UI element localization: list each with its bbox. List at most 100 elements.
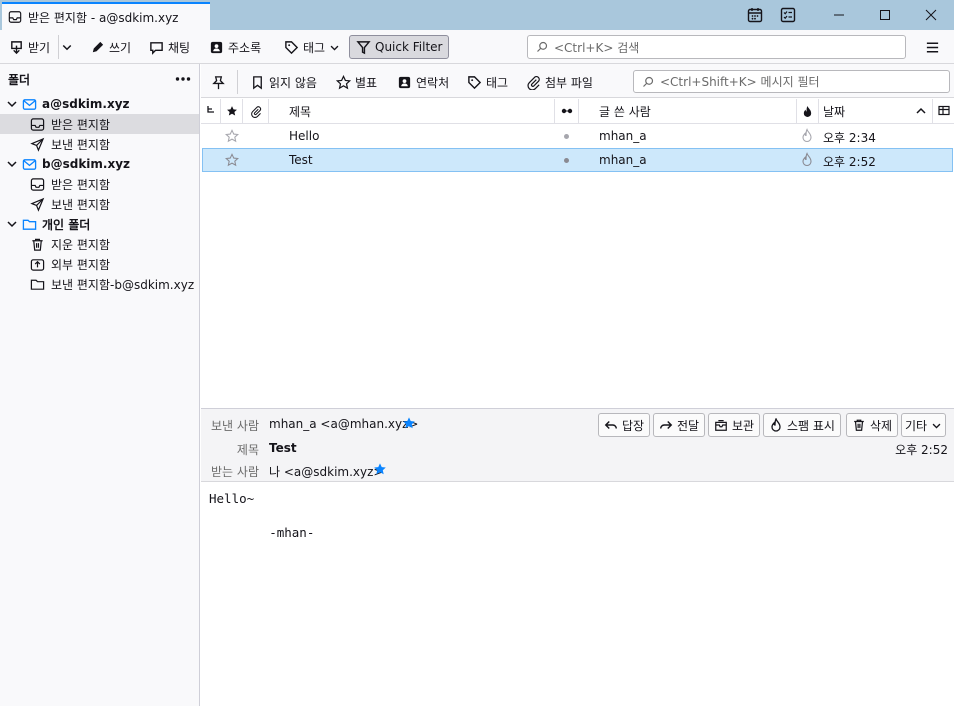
calendar-icon[interactable]	[746, 6, 764, 24]
message-subject: Test	[289, 153, 313, 167]
tasks-icon[interactable]	[779, 6, 797, 24]
filter-contacts-button[interactable]: 연락처	[397, 71, 449, 93]
column-picker-icon	[937, 105, 950, 117]
folder-inbox-b[interactable]: 받은 편지함	[0, 174, 199, 194]
folder-label: 보낸 편지함	[51, 137, 111, 152]
star-filled-icon	[226, 105, 238, 117]
more-options-icon[interactable]	[175, 76, 191, 82]
write-label: 쓰기	[109, 40, 132, 55]
to-value[interactable]: 나 <a@sdkim.xyz>	[269, 463, 383, 480]
delete-label: 삭제	[870, 418, 893, 433]
sender-column-label: 글 쓴 사람	[599, 104, 651, 119]
sticky-filter-pin-icon[interactable]	[211, 71, 226, 93]
trash-icon	[30, 237, 45, 252]
tab-inbox[interactable]: 받은 편지함 - a@sdkim.xyz	[2, 2, 210, 30]
flame-outline-icon[interactable]	[801, 128, 813, 143]
paperclip-icon	[526, 75, 541, 90]
junk-column-header[interactable]	[797, 99, 819, 123]
folder-inbox-a[interactable]: 받은 편지함	[0, 114, 199, 134]
star-outline-icon[interactable]	[225, 129, 239, 143]
outbox-icon	[30, 257, 45, 272]
read-status-column-header[interactable]	[555, 99, 579, 123]
filter-starred-button[interactable]: 별표	[336, 71, 377, 93]
star-column-header[interactable]	[221, 99, 243, 123]
account-name: 개인 폴더	[42, 217, 91, 232]
chevron-down-icon[interactable]	[6, 158, 18, 170]
thread-icon	[206, 105, 216, 117]
message-list: Hello mhan_a 오후 2:34 Test mhan_a 오후 2:52	[201, 124, 954, 408]
filter-unread-button[interactable]: 읽지 않음	[250, 71, 317, 93]
attachment-column-header[interactable]	[243, 99, 269, 123]
address-book-button[interactable]: 주소록	[205, 35, 265, 59]
subject-column-header[interactable]: 제목	[269, 99, 555, 123]
forward-button[interactable]: 전달	[653, 413, 706, 437]
flame-outline-icon[interactable]	[801, 152, 813, 167]
reply-button[interactable]: 답장	[598, 413, 651, 437]
folder-sent-local[interactable]: 보낸 편지함-b@sdkim.xyz	[0, 274, 199, 294]
filter-attachment-button[interactable]: 첨부 파일	[526, 71, 593, 93]
column-picker[interactable]	[933, 99, 954, 123]
message-row-selected[interactable]: Test mhan_a 오후 2:52	[202, 148, 953, 172]
account-name: a@sdkim.xyz	[42, 97, 130, 111]
chevron-down-icon	[329, 42, 340, 53]
flame-icon	[769, 418, 783, 432]
main-toolbar: 받기 쓰기 채팅 주소록 태그 Quick Filter <Ctrl+K> 검색	[0, 30, 954, 64]
message-subject: Hello	[289, 129, 320, 143]
folder-icon	[30, 277, 45, 292]
mark-junk-button[interactable]: 스팸 표시	[763, 413, 841, 437]
body-line	[209, 507, 946, 524]
get-messages-dropdown[interactable]	[58, 35, 75, 59]
forward-icon	[659, 418, 673, 432]
subject-value: Test	[269, 441, 297, 455]
thread-column-header[interactable]	[201, 99, 221, 123]
global-search-input[interactable]: <Ctrl+K> 검색	[527, 35, 906, 59]
more-button[interactable]: 기타	[901, 413, 947, 437]
mark-junk-label: 스팸 표시	[787, 418, 835, 433]
folder-trash[interactable]: 지운 편지함	[0, 234, 199, 254]
folder-label: 받은 편지함	[51, 117, 111, 132]
maximize-button[interactable]	[862, 0, 908, 30]
folder-outbox[interactable]: 외부 편지함	[0, 254, 199, 274]
mail-account-icon	[22, 157, 37, 172]
tag-icon	[284, 40, 299, 55]
sender-column-header[interactable]: 글 쓴 사람	[579, 99, 797, 123]
folder-label: 받은 편지함	[51, 177, 111, 192]
search-placeholder: <Ctrl+K> 검색	[554, 40, 640, 55]
tag-label: 태그	[303, 40, 326, 55]
account-local-folders[interactable]: 개인 폴더	[0, 214, 199, 234]
body-line: -mhan-	[209, 525, 315, 540]
quick-filter-button[interactable]: Quick Filter	[349, 35, 450, 59]
chevron-down-icon[interactable]	[6, 98, 18, 110]
read-status-dot[interactable]	[564, 134, 569, 139]
read-status-icon	[561, 107, 573, 115]
archive-icon	[714, 418, 728, 432]
folder-pane-header: 폴더	[0, 64, 199, 94]
date-column-header[interactable]: 날짜	[819, 99, 933, 123]
get-messages-button[interactable]: 받기	[5, 35, 54, 59]
chevron-down-icon	[931, 420, 942, 431]
chat-button[interactable]: 채팅	[145, 35, 194, 59]
message-row[interactable]: Hello mhan_a 오후 2:34	[202, 124, 953, 148]
folder-sent-a[interactable]: 보낸 편지함	[0, 134, 199, 154]
download-icon	[9, 40, 24, 55]
filter-tags-button[interactable]: 태그	[467, 71, 508, 93]
tag-button[interactable]: 태그	[280, 35, 344, 59]
contact-star-icon[interactable]	[402, 416, 416, 430]
folder-sent-b[interactable]: 보낸 편지함	[0, 194, 199, 214]
minimize-button[interactable]	[816, 0, 862, 30]
chevron-down-icon[interactable]	[6, 218, 18, 230]
write-button[interactable]: 쓰기	[86, 35, 135, 59]
inbox-icon	[30, 117, 45, 132]
star-outline-icon[interactable]	[225, 153, 239, 167]
account-b[interactable]: b@sdkim.xyz	[0, 154, 199, 174]
message-filter-input[interactable]: <Ctrl+Shift+K> 메시지 필터	[633, 70, 950, 93]
contact-star-icon[interactable]	[373, 462, 387, 476]
close-button[interactable]	[908, 0, 954, 30]
account-a[interactable]: a@sdkim.xyz	[0, 94, 199, 114]
from-value[interactable]: mhan_a <a@mhan.xyz>	[269, 417, 418, 431]
read-status-dot[interactable]	[564, 158, 569, 163]
archive-button[interactable]: 보관	[708, 413, 761, 437]
delete-button[interactable]: 삭제	[846, 413, 899, 437]
app-menu-button[interactable]	[921, 35, 944, 59]
date-column-label: 날짜	[823, 104, 846, 119]
